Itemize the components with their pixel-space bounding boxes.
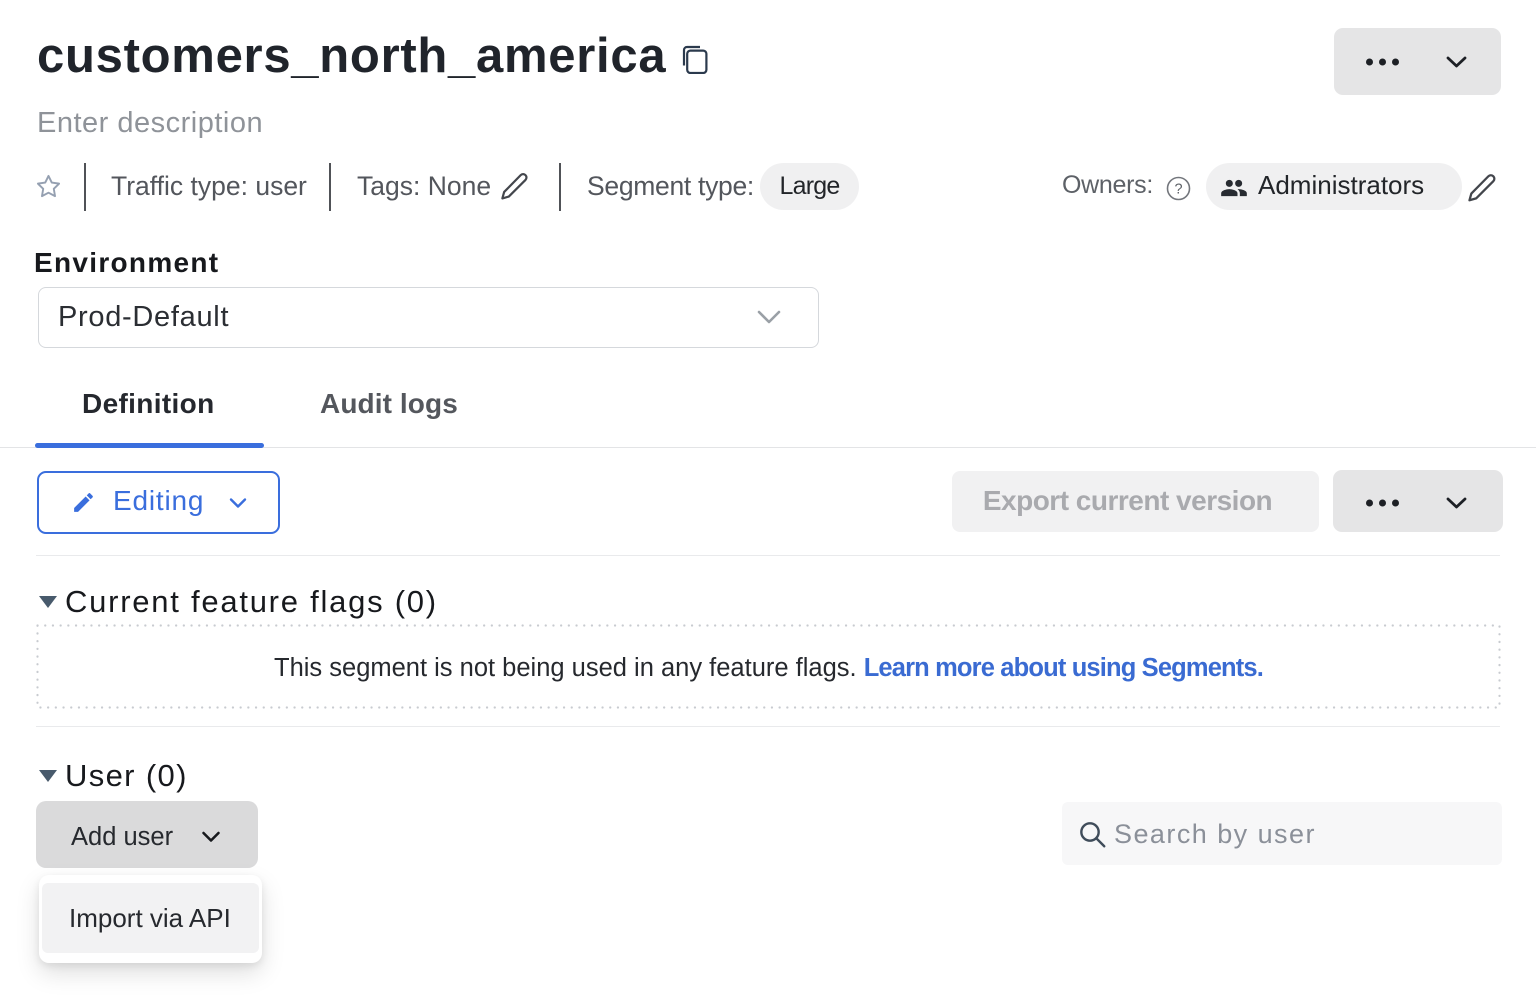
svg-text:?: ? bbox=[1174, 182, 1182, 198]
